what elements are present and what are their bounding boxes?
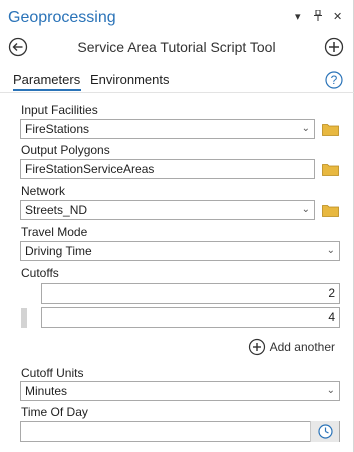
tab-environments[interactable]: Environments <box>90 72 169 87</box>
network-label: Network <box>21 184 66 198</box>
add-another-button[interactable]: Add another <box>248 338 335 356</box>
folder-icon[interactable] <box>322 204 339 217</box>
output-polygons-value: FireStationServiceAreas <box>25 162 155 176</box>
add-another-icon <box>248 338 265 356</box>
back-arrow-icon[interactable] <box>8 37 28 57</box>
network-dropdown[interactable]: Streets_ND ⌄ <box>20 200 315 220</box>
cutoff-units-dropdown[interactable]: Minutes ⌄ <box>20 381 340 401</box>
travel-mode-label: Travel Mode <box>21 225 88 239</box>
pane-titlebar: Geoprocessing ▾ ✕ <box>0 0 354 34</box>
add-circle-icon[interactable] <box>324 37 344 57</box>
chevron-down-icon: ⌄ <box>326 385 335 396</box>
input-facilities-label: Input Facilities <box>21 103 98 117</box>
folder-icon[interactable] <box>322 163 339 176</box>
output-polygons-input[interactable]: FireStationServiceAreas <box>20 159 315 179</box>
svg-text:?: ? <box>331 73 338 87</box>
pin-icon[interactable] <box>313 9 323 25</box>
chevron-down-icon: ⌄ <box>301 204 310 215</box>
help-icon[interactable]: ? <box>325 71 343 89</box>
tabs-divider <box>0 92 354 93</box>
folder-icon[interactable] <box>322 123 339 136</box>
pane-title: Geoprocessing <box>8 9 116 26</box>
cutoff-value: 4 <box>328 310 335 324</box>
cutoff-value-input[interactable]: 2 <box>41 283 340 304</box>
chevron-down-icon: ⌄ <box>326 245 335 256</box>
pane-menu-icon[interactable]: ▾ <box>295 10 301 23</box>
network-value: Streets_ND <box>25 203 88 217</box>
cutoff-units-label: Cutoff Units <box>21 366 84 380</box>
input-facilities-dropdown[interactable]: FireStations ⌄ <box>20 119 315 139</box>
travel-mode-dropdown[interactable]: Driving Time ⌄ <box>20 241 340 261</box>
tool-title: Service Area Tutorial Script Tool <box>77 39 276 55</box>
cutoff-units-value: Minutes <box>25 384 68 398</box>
chevron-down-icon: ⌄ <box>301 123 310 134</box>
clock-icon[interactable] <box>310 421 339 442</box>
time-of-day-input[interactable] <box>20 421 340 442</box>
input-facilities-value: FireStations <box>25 122 90 136</box>
travel-mode-value: Driving Time <box>25 244 92 258</box>
drag-handle[interactable] <box>21 308 27 328</box>
cutoffs-label: Cutoffs <box>21 266 59 280</box>
active-tab-indicator <box>13 89 81 91</box>
add-another-label: Add another <box>269 340 335 354</box>
cutoff-value-input[interactable]: 4 <box>41 307 340 328</box>
time-of-day-label: Time Of Day <box>21 405 88 419</box>
close-icon[interactable]: ✕ <box>333 10 342 23</box>
geoprocessing-pane: Geoprocessing ▾ ✕ Service Area Tutorial … <box>0 0 354 452</box>
tab-parameters[interactable]: Parameters <box>13 72 80 87</box>
cutoff-value: 2 <box>328 286 335 300</box>
output-polygons-label: Output Polygons <box>21 143 110 157</box>
